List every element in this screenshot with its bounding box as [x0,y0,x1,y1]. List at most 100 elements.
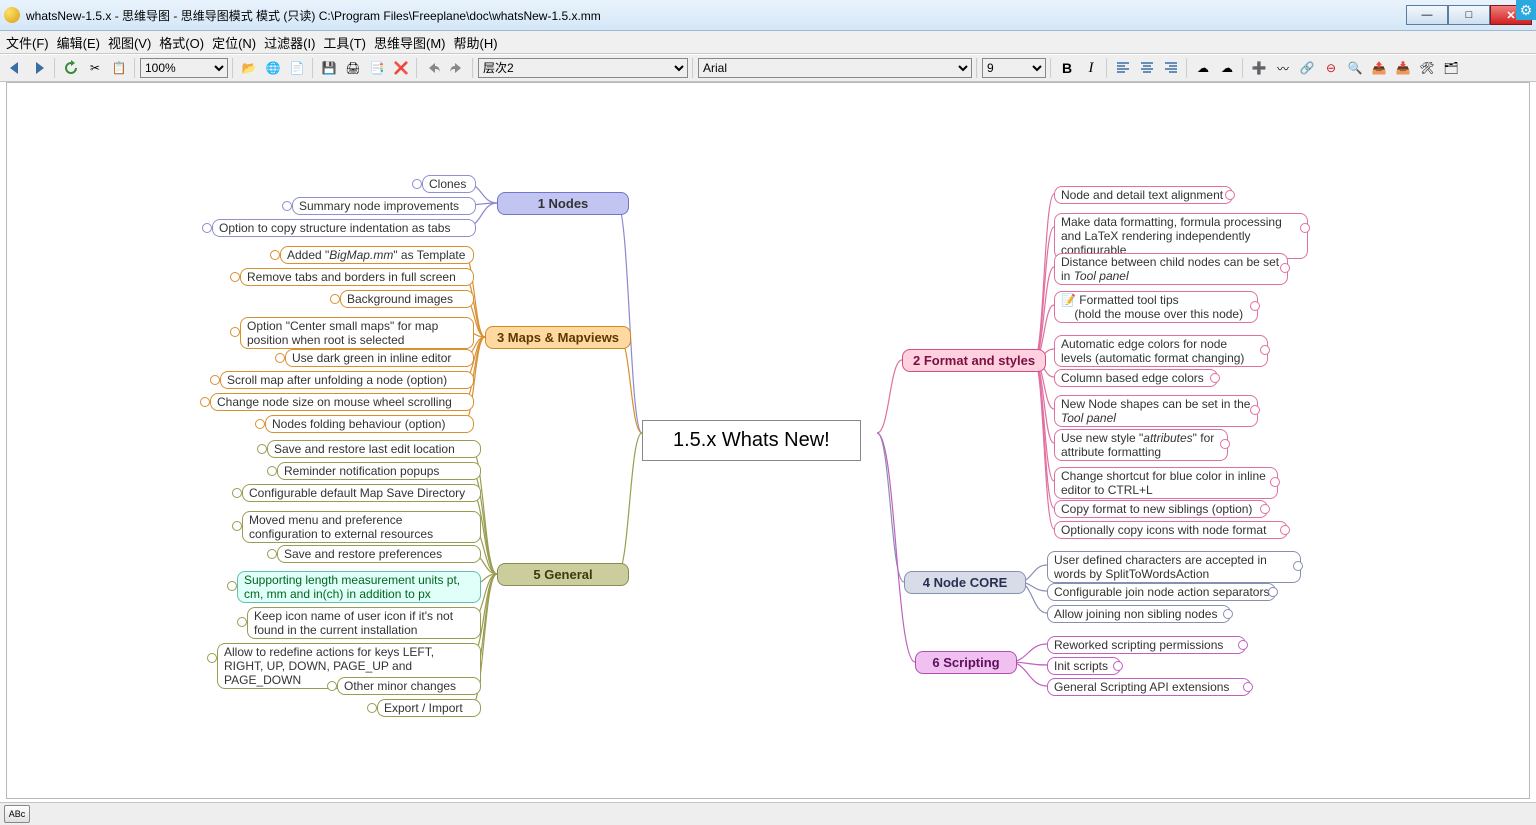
leaf-b3-1[interactable]: Remove tabs and borders in full screen [240,268,474,286]
fold-circle[interactable] [327,681,337,691]
fold-circle[interactable] [1223,609,1233,619]
fold-circle[interactable] [1260,345,1270,355]
leaf-b2-0[interactable]: Node and detail text alignment [1054,186,1233,204]
cloud-color-button[interactable]: ☁ [1216,57,1238,79]
leaf-b1-0[interactable]: Clones [422,175,476,193]
branch-b1[interactable]: 1 Nodes [497,192,629,215]
gear-overlay-icon[interactable]: ⚙ [1516,0,1536,20]
leaf-b6-2[interactable]: General Scripting API extensions [1047,678,1251,696]
font-select[interactable]: Arial [698,58,972,78]
menu-format[interactable]: 格式(O) [159,33,204,52]
fold-circle[interactable] [412,179,422,189]
leaf-b3-2[interactable]: Background images [340,290,474,308]
leaf-b3-5[interactable]: Scroll map after unfolding a node (optio… [220,371,474,389]
fold-circle[interactable] [230,272,240,282]
leaf-b2-2[interactable]: Distance between child nodes can be set … [1054,253,1288,285]
fold-circle[interactable] [1225,190,1235,200]
menu-filter[interactable]: 过滤器(I) [264,33,315,52]
fold-circle[interactable] [267,466,277,476]
leaf-b2-6[interactable]: New Node shapes can be set in the Tool p… [1054,395,1258,427]
map-canvas[interactable]: 1.5.x Whats New!1 NodesClonesSummary nod… [6,82,1530,799]
menu-tools[interactable]: 工具(T) [323,33,366,52]
maximize-button[interactable]: □ [1448,5,1490,25]
fold-circle[interactable] [1280,525,1290,535]
leaf-b2-4[interactable]: Automatic edge colors for node levels (a… [1054,335,1268,367]
align-center-button[interactable] [1136,57,1158,79]
leaf-b5-4[interactable]: Save and restore preferences [277,545,481,563]
leaf-b5-0[interactable]: Save and restore last edit location [267,440,481,458]
fold-circle[interactable] [202,223,212,233]
cloud-button[interactable]: ☁ [1192,57,1214,79]
leaf-b2-9[interactable]: Copy format to new siblings (option) [1054,500,1268,518]
leaf-b5-9[interactable]: Export / Import [377,699,481,717]
leaf-b1-2[interactable]: Option to copy structure indentation as … [212,219,476,237]
toolbar-cut-button[interactable]: ✂ [84,57,106,79]
link-edit-button[interactable]: 🔗 [1296,57,1318,79]
toolbar-refresh-button[interactable] [60,57,82,79]
nav-prev-button[interactable] [4,57,26,79]
menu-navigate[interactable]: 定位(N) [212,33,256,52]
zoom-fit-button[interactable]: 🔍 [1344,57,1366,79]
fold-circle[interactable] [1260,504,1270,514]
align-right-button[interactable] [1160,57,1182,79]
leaf-b2-7[interactable]: Use new style "attributes" for attribute… [1054,429,1228,461]
undo-button[interactable] [422,57,444,79]
toolbar-print-button[interactable]: 🖨 [342,57,364,79]
fold-circle[interactable] [257,444,267,454]
branch-b3[interactable]: 3 Maps & Mapviews [485,326,631,349]
leaf-b5-5[interactable]: Supporting length measurement units pt, … [237,571,481,603]
fold-circle[interactable] [1270,477,1280,487]
toolbar-close-map-button[interactable]: ❌ [390,57,412,79]
italic-button[interactable]: I [1080,57,1102,79]
style-select[interactable]: 层次2 [478,58,688,78]
leaf-b3-0[interactable]: Added "BigMap.mm" as Template [280,246,474,264]
leaf-b3-7[interactable]: Nodes folding behaviour (option) [265,415,474,433]
fold-circle[interactable] [1268,587,1278,597]
align-left-button[interactable] [1112,57,1134,79]
menu-view[interactable]: 视图(V) [108,33,151,52]
fold-circle[interactable] [1238,640,1248,650]
font-size-select[interactable]: 9 [982,58,1046,78]
leaf-b5-1[interactable]: Reminder notification popups [277,462,481,480]
leaf-b3-3[interactable]: Option "Center small maps" for map posit… [240,317,474,349]
leaf-b6-1[interactable]: Init scripts [1047,657,1121,675]
node-add-button[interactable]: ➕ [1248,57,1270,79]
fold-circle[interactable] [227,581,237,591]
leaf-b6-0[interactable]: Reworked scripting permissions [1047,636,1246,654]
branch-b2[interactable]: 2 Format and styles [902,349,1046,372]
leaf-b4-2[interactable]: Allow joining non sibling nodes [1047,605,1231,623]
branch-b6[interactable]: 6 Scripting [915,651,1017,674]
edge-button[interactable]: 〰 [1272,57,1294,79]
menu-help[interactable]: 帮助(H) [454,33,498,52]
menu-edit[interactable]: 编辑(E) [57,33,100,52]
leaf-b2-8[interactable]: Change shortcut for blue color in inline… [1054,467,1278,499]
leaf-b2-3[interactable]: 📝 Formatted tool tips (hold the mouse ov… [1054,291,1258,323]
tool-b-button[interactable]: 🗂 [1440,57,1462,79]
fold-circle[interactable] [270,250,280,260]
fold-circle[interactable] [200,397,210,407]
fold-circle[interactable] [1113,661,1123,671]
fold-circle[interactable] [275,353,285,363]
fold-circle[interactable] [367,703,377,713]
fold-circle[interactable] [1210,373,1220,383]
leaf-b3-4[interactable]: Use dark green in inline editor [285,349,474,367]
minimize-button[interactable]: — [1406,5,1448,25]
fold-circle[interactable] [267,549,277,559]
fold-circle[interactable] [255,419,265,429]
fold-circle[interactable] [282,201,292,211]
fold-circle[interactable] [1220,439,1230,449]
fold-circle[interactable] [1300,223,1310,233]
branch-b4[interactable]: 4 Node CORE [904,571,1026,594]
fold-circle[interactable] [1293,561,1303,571]
fold-circle[interactable] [1280,263,1290,273]
toolbar-open-button[interactable]: 📂 [238,57,260,79]
nav-next-button[interactable] [28,57,50,79]
toolbar-openurl-button[interactable]: 🌐 [262,57,284,79]
toolbar-page-button[interactable]: 📑 [366,57,388,79]
menu-file[interactable]: 文件(F) [6,33,49,52]
leaf-b3-6[interactable]: Change node size on mouse wheel scrollin… [210,393,474,411]
leaf-b2-10[interactable]: Optionally copy icons with node format [1054,521,1288,539]
leaf-b1-1[interactable]: Summary node improvements [292,197,476,215]
fold-circle[interactable] [1250,405,1260,415]
toolbar-paste-button[interactable]: 📄 [286,57,308,79]
